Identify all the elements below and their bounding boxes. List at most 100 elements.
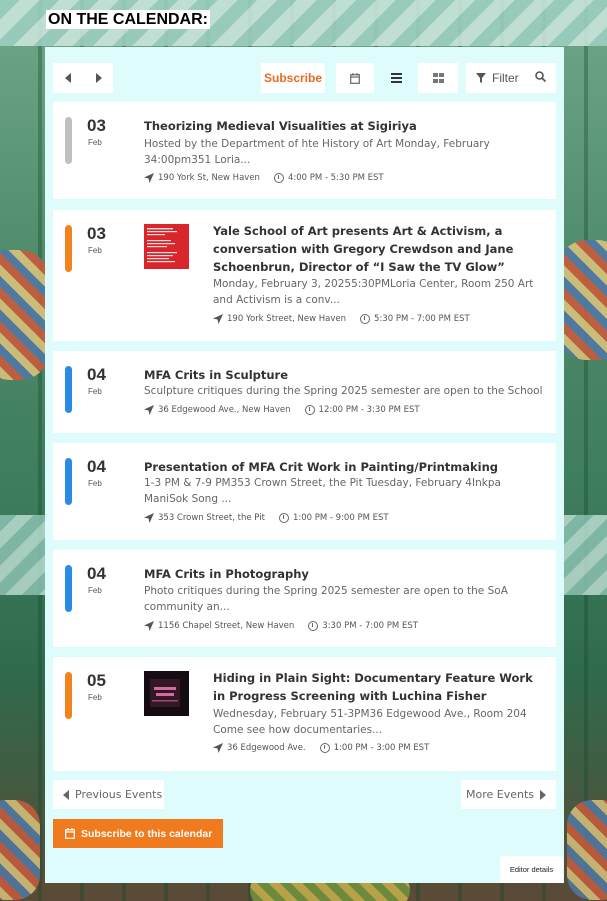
section-heading: ON THE CALENDAR: — [46, 10, 210, 29]
event-description: Sculpture critiques during the Spring 20… — [144, 385, 544, 397]
event-color-bar — [65, 117, 72, 164]
event-description: Wednesday, February 51-3PM36 Edgewood Av… — [213, 708, 527, 736]
filter-label: Filter — [492, 71, 519, 85]
event-meta: 1156 Chapel Street, New Haven 3:30 PM - … — [144, 621, 418, 631]
event-title[interactable]: Yale School of Art presents Art & Activi… — [213, 222, 548, 276]
event-title[interactable]: Hiding in Plain Sight: Documentary Featu… — [213, 669, 548, 705]
background-chair-bottom-right — [567, 800, 607, 900]
event-title[interactable]: Theorizing Medieval Visualities at Sigir… — [144, 117, 544, 135]
clock-icon — [304, 405, 315, 415]
clock-icon — [278, 513, 289, 523]
event-time: 1:00 PM - 9:00 PM EST — [292, 513, 389, 523]
event-color-bar — [65, 225, 72, 272]
event-time: 12:00 PM - 3:30 PM EST — [318, 405, 420, 415]
list-view-button[interactable] — [379, 63, 413, 93]
event-color-bar — [65, 565, 72, 612]
event-title[interactable]: Presentation of MFA Crit Work in Paintin… — [144, 458, 544, 476]
event-color-bar — [65, 672, 72, 719]
event-color-bar — [65, 458, 72, 505]
clock-icon — [360, 314, 371, 324]
event-color-bar — [65, 366, 72, 413]
location-arrow-icon — [144, 513, 154, 523]
background-chair-bottom-left — [0, 800, 40, 900]
event-day: 03 — [87, 116, 106, 135]
subscribe-calendar-button[interactable]: Subscribe to this calendar — [53, 819, 223, 848]
subscribe-calendar-label: Subscribe to this calendar — [81, 827, 213, 840]
event-month: Feb — [88, 246, 102, 255]
event-month: Feb — [88, 479, 102, 488]
list-icon — [390, 73, 402, 83]
event-meta: 353 Crown Street, the Pit 1:00 PM - 9:00… — [144, 513, 389, 523]
event-description: 1-3 PM & 7-9 PM353 Crown Street, the Pit… — [144, 477, 501, 505]
event-day: 05 — [87, 671, 106, 690]
previous-events-button[interactable]: Previous Events — [53, 780, 164, 809]
event-location: 1156 Chapel Street, New Haven — [158, 621, 295, 631]
subscribe-button[interactable]: Subscribe — [261, 63, 325, 93]
location-arrow-icon — [144, 405, 154, 415]
prev-button[interactable] — [53, 63, 83, 93]
search-icon[interactable] — [535, 71, 546, 82]
event-card[interactable]: 04 Feb MFA Crits in Photography Photo cr… — [53, 550, 556, 647]
more-events-button[interactable]: More Events — [461, 780, 556, 809]
next-button[interactable] — [83, 63, 113, 93]
event-thumbnail[interactable] — [144, 671, 189, 716]
event-day: 04 — [87, 365, 106, 384]
caret-right-icon — [540, 789, 546, 800]
event-card[interactable]: 05 Feb Hiding in Plain Sight: Documentar… — [53, 657, 556, 771]
event-card[interactable]: 03 Feb Theorizing Medieval Visualities a… — [53, 102, 556, 199]
event-title[interactable]: MFA Crits in Photography — [144, 565, 544, 583]
event-meta: 36 Edgewood Ave. 1:00 PM - 3:00 PM EST — [213, 743, 429, 753]
editor-details-button[interactable]: Editor details — [500, 856, 563, 883]
filter-button[interactable]: Filter — [466, 63, 556, 93]
event-card[interactable]: 03 Feb Yale School of Art presents Art &… — [53, 210, 556, 341]
event-thumbnail[interactable] — [144, 224, 189, 269]
chevron-right-icon — [95, 73, 102, 83]
event-time: 1:00 PM - 3:00 PM EST — [333, 743, 430, 753]
clock-icon — [319, 743, 330, 753]
calendar-icon — [65, 828, 75, 839]
more-events-label: More Events — [465, 788, 534, 801]
filter-icon — [476, 73, 486, 83]
event-time: 3:30 PM - 7:00 PM EST — [322, 621, 418, 631]
event-month: Feb — [88, 387, 102, 396]
location-arrow-icon — [144, 173, 154, 183]
grid-icon — [432, 73, 444, 83]
clock-icon — [273, 173, 284, 183]
background-chair-right — [557, 240, 607, 360]
chevron-left-icon — [64, 73, 71, 83]
location-arrow-icon — [213, 314, 223, 324]
event-location: 190 York Street, New Haven — [227, 314, 347, 324]
event-title[interactable]: MFA Crits in Sculpture — [144, 366, 544, 384]
event-location: 36 Edgewood Ave., New Haven — [158, 405, 291, 415]
event-meta: 190 York St, New Haven 4:00 PM - 5:30 PM… — [144, 173, 384, 183]
month-view-button[interactable] — [336, 63, 374, 93]
event-location: 190 York St, New Haven — [158, 173, 260, 183]
background-chair-left — [0, 250, 50, 380]
calendar-toolbar: Subscribe Filter — [53, 63, 556, 93]
event-card[interactable]: 04 Feb MFA Crits in Sculpture Sculpture … — [53, 351, 556, 433]
location-arrow-icon — [213, 743, 223, 753]
grid-view-button[interactable] — [418, 63, 458, 93]
event-poster-image — [144, 224, 189, 269]
event-card[interactable]: 04 Feb Presentation of MFA Crit Work in … — [53, 443, 556, 540]
event-day: 03 — [87, 224, 106, 243]
event-description: Photo critiques during the Spring 2025 s… — [144, 585, 508, 613]
event-location: 353 Crown Street, the Pit — [158, 513, 265, 523]
event-description: Monday, February 3, 20255:30PMLoria Cent… — [213, 278, 534, 306]
event-time: 5:30 PM - 7:00 PM EST — [374, 314, 470, 324]
event-day: 04 — [87, 564, 106, 583]
calendar-icon — [350, 72, 360, 84]
event-month: Feb — [88, 138, 102, 147]
caret-left-icon — [63, 789, 69, 800]
previous-events-label: Previous Events — [75, 788, 163, 801]
event-month: Feb — [88, 693, 102, 702]
location-arrow-icon — [144, 621, 154, 631]
calendar-panel: Subscribe Filter 03 Feb Theorizing Medie… — [45, 47, 564, 883]
clock-icon — [308, 621, 319, 631]
event-description: Hosted by the Department of hte History … — [144, 138, 490, 166]
event-time: 4:00 PM - 5:30 PM EST — [287, 173, 384, 183]
event-meta: 190 York Street, New Haven 5:30 PM - 7:0… — [213, 314, 470, 324]
event-location: 36 Edgewood Ave. — [227, 743, 306, 753]
event-day: 04 — [87, 457, 106, 476]
nav-group — [53, 63, 113, 93]
